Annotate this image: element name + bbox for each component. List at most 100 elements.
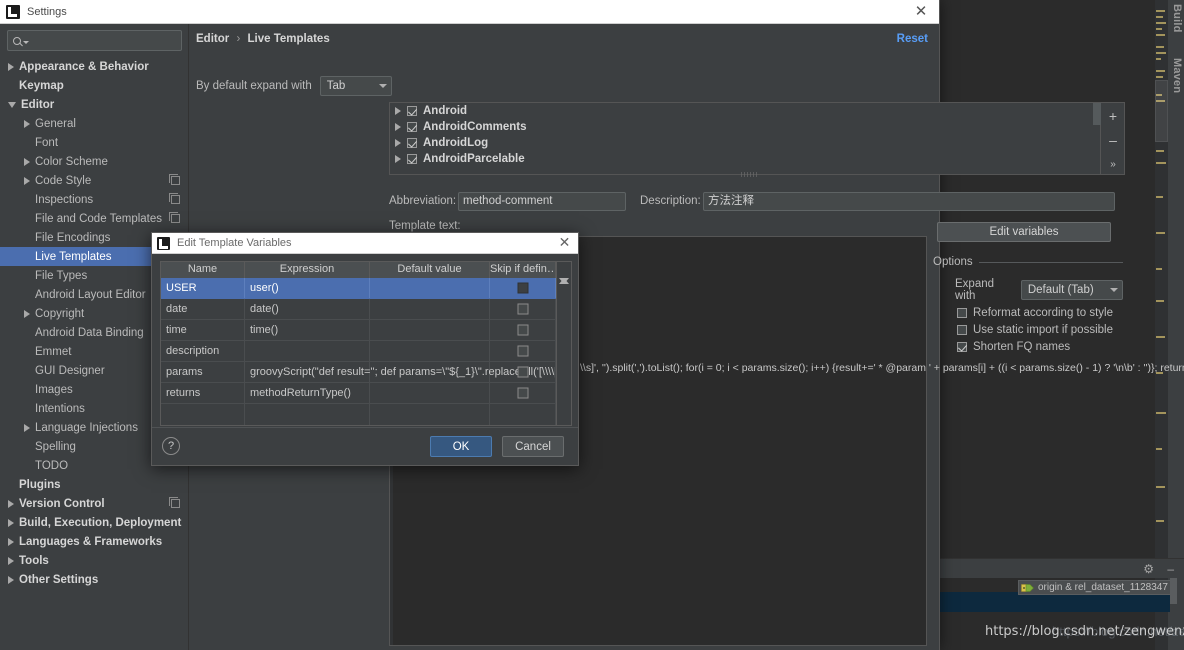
copy-settings-icon[interactable] [169,212,180,223]
variable-skip-cell[interactable] [490,299,556,319]
variable-default-cell[interactable] [370,278,490,298]
variable-name-cell[interactable]: USER [161,278,245,298]
triangle-up-icon[interactable] [559,266,570,284]
triangle-down-icon[interactable] [559,278,570,296]
variable-skip-cell[interactable] [490,362,556,382]
skip-if-defined-checkbox[interactable] [517,345,528,357]
sidebar-item-plugins[interactable]: Plugins [0,475,188,494]
variable-default-cell[interactable] [370,341,490,361]
variable-skip-cell[interactable] [490,278,556,298]
template-group-row[interactable]: Android [390,103,1100,119]
table-row[interactable]: description [161,341,556,362]
skip-if-defined-checkbox[interactable] [517,324,528,336]
chevron-right-icon[interactable] [24,176,30,185]
chevron-right-icon[interactable] [8,556,14,565]
table-row[interactable]: time time() [161,320,556,341]
template-group-checkbox[interactable] [407,138,417,148]
variable-name-cell[interactable]: returns [161,383,245,403]
help-button[interactable]: ? [162,437,180,455]
template-group-checkbox[interactable] [407,154,417,164]
variable-name-cell[interactable]: time [161,320,245,340]
chevron-right-icon[interactable] [395,155,401,163]
option-checkbox[interactable] [957,342,967,352]
chevron-right-icon[interactable] [395,139,401,147]
sidebar-item-build-execution-deployment[interactable]: Build, Execution, Deployment [0,513,188,532]
chevron-right-icon[interactable] [8,518,14,527]
column-header[interactable]: Skip if defin… [490,262,556,278]
description-input[interactable]: 方法注释 [703,192,1115,211]
option-checkbox-row[interactable]: Use static import if possible [933,324,1123,336]
variable-expression-cell[interactable]: methodReturnType() [245,383,370,403]
sidebar-item-file-and-code-templates[interactable]: File and Code Templates [0,209,188,228]
close-icon[interactable]: ✕ [913,4,929,20]
variable-skip-cell[interactable] [490,341,556,361]
variable-expression-cell[interactable]: user() [245,278,370,298]
option-checkbox-row[interactable]: Shorten FQ names [933,341,1123,353]
variable-skip-cell[interactable] [490,320,556,340]
sidebar-item-general[interactable]: General [0,114,188,133]
skip-if-defined-checkbox[interactable] [517,387,528,399]
chevron-right-icon[interactable] [24,157,30,166]
tool-tab-maven[interactable]: Maven [1171,58,1183,93]
add-template-button[interactable]: + [1101,105,1125,127]
options-expand-select[interactable]: Default (Tab) [1020,280,1123,300]
variable-name-cell[interactable]: params [161,362,245,382]
table-row[interactable]: USER user() [161,278,556,299]
variable-default-cell[interactable] [370,320,490,340]
sidebar-item-font[interactable]: Font [0,133,188,152]
template-group-row[interactable]: AndroidLog [390,135,1100,151]
table-row[interactable]: returns methodReturnType() [161,383,556,404]
chevron-right-icon[interactable] [8,62,14,71]
template-group-checkbox[interactable] [407,122,417,132]
cancel-button[interactable]: Cancel [502,436,564,457]
variable-default-cell[interactable] [370,383,490,403]
more-actions-button[interactable]: » [1101,153,1125,175]
chevron-right-icon[interactable] [395,107,401,115]
minimize-icon[interactable]: – [1167,563,1174,575]
abbreviation-input[interactable]: method-comment [458,192,626,211]
sidebar-item-tools[interactable]: Tools [0,551,188,570]
variable-name-cell[interactable]: description [161,341,245,361]
column-header[interactable]: Default value [370,262,490,278]
option-checkbox[interactable] [957,308,967,318]
tool-tab-build[interactable]: Build [1171,4,1183,33]
chevron-right-icon[interactable] [24,309,30,318]
git-branch-chip[interactable]: origin & rel_dataset_1128347 [1018,580,1173,595]
skip-if-defined-checkbox[interactable] [517,282,528,294]
skip-if-defined-checkbox[interactable] [517,303,528,315]
variable-expression-cell[interactable]: date() [245,299,370,319]
sidebar-item-appearance-behavior[interactable]: Appearance & Behavior [0,57,188,76]
chevron-down-icon[interactable] [8,101,16,108]
copy-settings-icon[interactable] [169,497,180,508]
copy-settings-icon[interactable] [169,193,180,204]
ok-button[interactable]: OK [430,436,492,457]
editor-scrollbar-thumb[interactable] [1170,578,1177,604]
column-header[interactable]: Name [161,262,245,278]
variable-expression-cell[interactable]: groovyScript("def result=''; def params=… [245,362,571,382]
sidebar-item-version-control[interactable]: Version Control [0,494,188,513]
chevron-right-icon[interactable] [395,123,401,131]
breadcrumb-root[interactable]: Editor [196,33,229,45]
template-group-checkbox[interactable] [407,106,417,116]
remove-template-button[interactable]: – [1101,129,1125,151]
variable-skip-cell[interactable] [490,383,556,403]
sidebar-item-keymap[interactable]: Keymap [0,76,188,95]
close-icon[interactable]: ✕ [557,235,572,250]
reset-link[interactable]: Reset [897,33,928,45]
sidebar-item-editor[interactable]: Editor [0,95,188,114]
option-checkbox-row[interactable]: Reformat according to style [933,307,1123,319]
variables-table-scrollbar[interactable] [556,262,571,425]
default-expand-select[interactable]: Tab [319,76,392,96]
edit-variables-button[interactable]: Edit variables [937,222,1111,242]
chevron-right-icon[interactable] [24,423,30,432]
search-input[interactable] [7,30,182,51]
chevron-right-icon[interactable] [24,119,30,128]
variable-expression-cell[interactable]: time() [245,320,370,340]
option-checkbox[interactable] [957,325,967,335]
chevron-right-icon[interactable] [8,575,14,584]
variable-name-cell[interactable]: date [161,299,245,319]
table-row[interactable]: params groovyScript("def result=''; def p… [161,362,571,383]
chevron-right-icon[interactable] [8,537,14,546]
splitter-handle[interactable] [741,172,759,177]
variable-default-cell[interactable] [370,299,490,319]
